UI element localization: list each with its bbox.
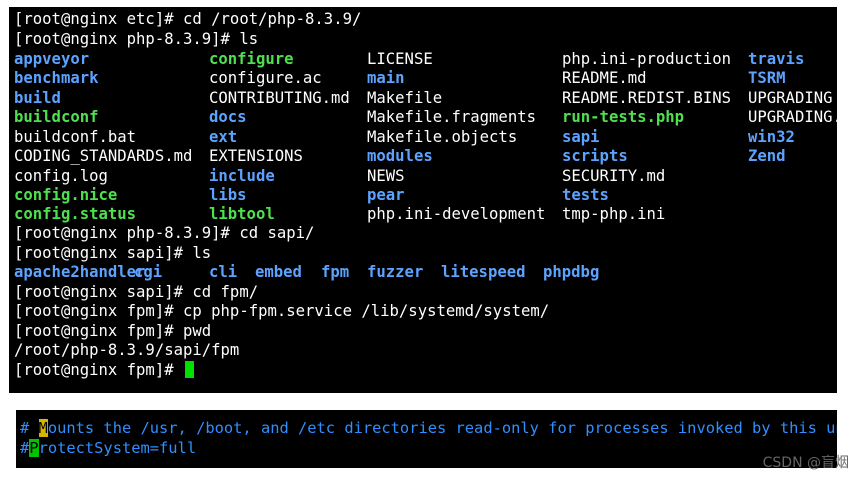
ls-entry: LICENSE (367, 50, 433, 68)
ls-entry: ext (209, 128, 238, 146)
sapi-entry: fuzzer (367, 263, 424, 281)
comment-prefix: # (20, 419, 39, 437)
search-highlight: M (38, 419, 48, 437)
ls-entry: configure (209, 50, 294, 68)
sapi-entry: phpdbg (543, 263, 600, 281)
ls-entry: libs (209, 186, 247, 204)
prompt-text: [root@nginx fpm]# (14, 361, 183, 379)
ls-row: build CONTRIBUTING.md Makefile README.REDIS… (9, 88, 837, 108)
ls-entry: Makefile.fragments (367, 108, 536, 126)
ls-entry: buildconf (14, 108, 99, 126)
terminal-window[interactable]: [root@nginx etc]# cd /root/php-8.3.9/ [r… (9, 7, 837, 393)
ls-entry: UPGRADING (748, 89, 833, 107)
ls-entry: tmp-php.ini (562, 205, 666, 223)
ls-row: config.nice libs pear tests (9, 185, 837, 205)
ls-entry: configure.ac (209, 69, 322, 87)
ls-entry: benchmark (14, 69, 99, 87)
vim-line-comment: # Mounts the /usr, /boot, and /etc direc… (20, 418, 837, 438)
ls-entry: CONTRIBUTING.md (209, 89, 350, 107)
ls-row: buildconf.bat ext Makefile.objects sapi win3… (9, 127, 837, 147)
ls-entry: appveyor (14, 50, 90, 68)
ls-entry: build (14, 89, 61, 107)
terminal-prompt[interactable]: [root@nginx fpm]# (14, 360, 194, 380)
ls-entry: include (209, 167, 275, 185)
terminal-line: [root@nginx sapi]# ls (14, 244, 212, 262)
ls-row: buildconf docs Makefile.fragments run-tests… (9, 107, 837, 127)
ls-row: benchmark configure.ac main README.md TSRM (9, 68, 837, 88)
terminal-line: [root@nginx php-8.3.9]# ls (14, 30, 259, 48)
ls-entry: buildconf.bat (14, 128, 137, 146)
ls-entry: libtool (209, 205, 275, 223)
sapi-entry: apache2handler (14, 263, 146, 281)
ls-entry: README.REDIST.BINS (562, 89, 731, 107)
ls-entry: TSRM (748, 69, 786, 87)
vim-editor-pane[interactable]: # Mounts the /usr, /boot, and /etc direc… (16, 410, 837, 468)
ls-entry: Zend (748, 147, 786, 165)
terminal-cursor (185, 361, 194, 378)
watermark: CSDN @盲烟 (762, 455, 849, 471)
ls-row: appveyor configure LICENSE php.ini-producti… (9, 49, 837, 69)
ls-entry: tests (562, 186, 609, 204)
ls-entry: pear (367, 186, 405, 204)
sapi-entry: embed (255, 263, 302, 281)
ls-entry: main (367, 69, 405, 87)
ls-entry: win32 (748, 128, 795, 146)
comment-prefix: # (20, 439, 30, 457)
terminal-line: [root@nginx etc]# cd /root/php-8.3.9/ (14, 10, 362, 28)
ls-entry: UPGRADING. (748, 108, 837, 126)
sapi-entry: cgi (134, 263, 163, 281)
terminal-line: /root/php-8.3.9/sapi/fpm (14, 341, 240, 359)
ls-row: config.status libtool php.ini-development t… (9, 204, 837, 224)
ls-entry: EXTENSIONS (209, 147, 303, 165)
sapi-entry: litespeed (441, 263, 526, 281)
ls-entry: config.log (14, 167, 108, 185)
ls-entry: NEWS (367, 167, 405, 185)
terminal-line: [root@nginx fpm]# pwd (14, 322, 212, 340)
ls-entry: travis (748, 50, 805, 68)
sapi-entry: fpm (321, 263, 350, 281)
ls-entry: Makefile.objects (367, 128, 518, 146)
terminal-line: [root@nginx fpm]# cp php-fpm.service /li… (14, 302, 550, 320)
terminal-line: [root@nginx php-8.3.9]# cd sapi/ (14, 224, 315, 242)
ls-entry: sapi (562, 128, 600, 146)
ls-entry: config.nice (14, 186, 118, 204)
ls-entry: modules (367, 147, 433, 165)
comment-text: ounts the /usr, /boot, and /etc director… (47, 419, 837, 437)
sapi-entry: cli (209, 263, 238, 281)
ls-entry: run-tests.php (562, 108, 685, 126)
ls-entry: Makefile (367, 89, 443, 107)
ls-entry: SECURITY.md (562, 167, 666, 185)
ls-entry: CODING_STANDARDS.md (14, 147, 193, 165)
ls-row: CODING_STANDARDS.md EXTENSIONS modules scri… (9, 146, 837, 166)
ls-entry: php.ini-production (562, 50, 731, 68)
ls-entry: php.ini-development (367, 205, 546, 223)
ls-entry: config.status (14, 205, 137, 223)
ls-row: config.log include NEWS SECURITY.md (9, 166, 837, 186)
editor-cursor: P (29, 439, 39, 457)
ls-entry: docs (209, 108, 247, 126)
ls-entry: README.md (562, 69, 647, 87)
ls-entry: scripts (562, 147, 628, 165)
setting-text: rotectSystem=full (38, 439, 197, 457)
terminal-line: [root@nginx sapi]# cd fpm/ (14, 283, 259, 301)
vim-line-setting: #ProtectSystem=full (20, 438, 196, 458)
